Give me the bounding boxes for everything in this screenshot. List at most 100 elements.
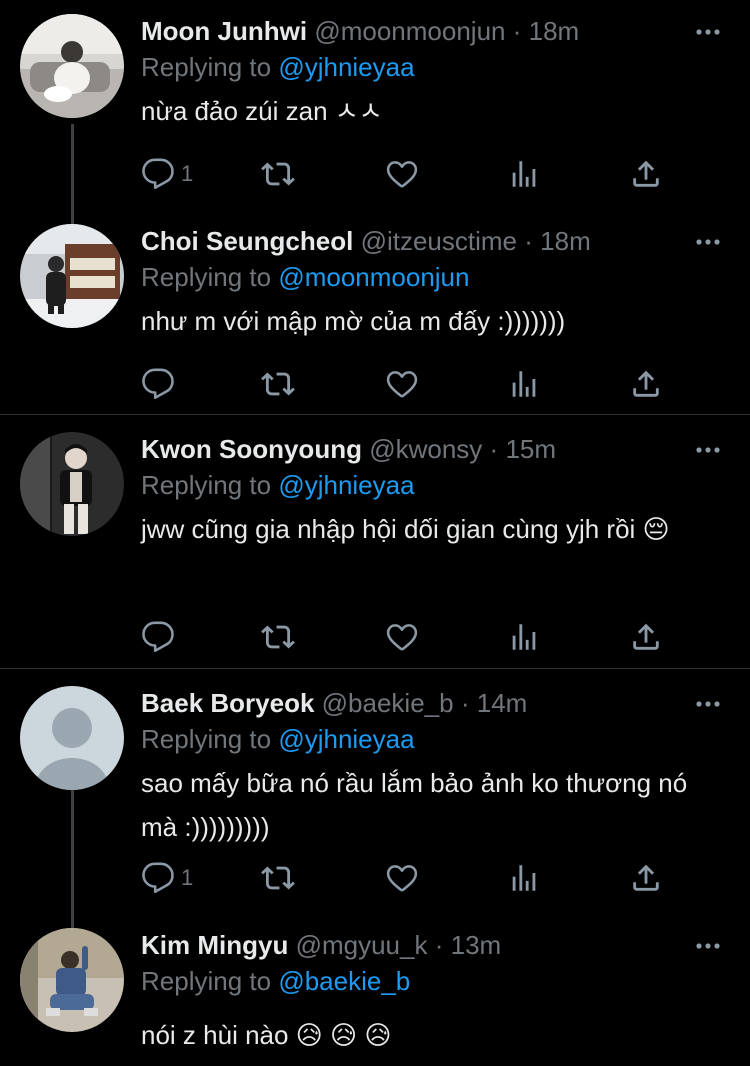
username[interactable]: @baekie_b: [322, 688, 454, 718]
username[interactable]: @kwonsy: [369, 434, 482, 464]
separator: ·: [512, 16, 522, 46]
like-button[interactable]: [385, 858, 419, 898]
username[interactable]: @moonmoonjun: [314, 16, 505, 46]
share-button[interactable]: [629, 617, 663, 657]
retweet-button[interactable]: [261, 364, 295, 404]
reply-button[interactable]: 1: [141, 154, 193, 194]
replying-to-handle[interactable]: @moonmoonjun: [278, 262, 469, 292]
more-options-icon[interactable]: [696, 699, 720, 709]
heart-icon: [385, 861, 419, 895]
tweet-header: Baek Boryeok @baekie_b · 14m: [141, 685, 730, 721]
tweet[interactable]: Baek Boryeok @baekie_b · 14m Replying to…: [0, 669, 750, 930]
tweet-text: nói z hùi nào 😥 😥 😥: [141, 1020, 392, 1050]
share-icon: [629, 367, 663, 401]
tweet-text: nừa đảo zúi zan ㅅㅅ: [141, 96, 383, 126]
bar-chart-icon: [507, 620, 541, 654]
timestamp[interactable]: 14m: [477, 688, 528, 718]
heart-icon: [385, 620, 419, 654]
more-options-icon[interactable]: [696, 445, 720, 455]
replying-to-handle[interactable]: @yjhnieyaa: [278, 52, 414, 82]
retweet-button[interactable]: [261, 154, 295, 194]
replying-to-handle[interactable]: @yjhnieyaa: [278, 470, 414, 500]
replying-to: Replying to @yjhnieyaa: [141, 467, 730, 503]
heart-icon: [385, 157, 419, 191]
tweet[interactable]: Moon Junhwi @moonmoonjun · 18m Replying …: [0, 0, 750, 224]
retweet-icon: [261, 157, 295, 191]
avatar[interactable]: [20, 432, 124, 536]
tweet-header: Moon Junhwi @moonmoonjun · 18m: [141, 13, 730, 49]
tweet-header: Kim Mingyu @mgyuu_k · 13m: [141, 927, 730, 963]
separator: ·: [434, 930, 444, 960]
timestamp[interactable]: 18m: [529, 16, 580, 46]
action-bar: 1: [141, 154, 701, 194]
username[interactable]: @itzeusctime: [361, 226, 517, 256]
separator: ·: [460, 688, 470, 718]
replying-to-prefix: Replying to: [141, 262, 272, 292]
separator: ·: [524, 226, 533, 256]
more-options-icon[interactable]: [696, 237, 720, 247]
display-name[interactable]: Baek Boryeok: [141, 688, 314, 718]
tweet[interactable]: Choi Seungcheol @itzeusctime · 18m Reply…: [0, 207, 750, 414]
like-button[interactable]: [385, 154, 419, 194]
more-options-icon[interactable]: [696, 941, 720, 951]
replying-to-handle[interactable]: @baekie_b: [278, 966, 410, 996]
retweet-button[interactable]: [261, 858, 295, 898]
avatar[interactable]: [20, 14, 124, 118]
share-icon: [629, 157, 663, 191]
views-button[interactable]: [507, 617, 541, 657]
reply-icon: [141, 367, 175, 401]
share-button[interactable]: [629, 858, 663, 898]
share-button[interactable]: [629, 364, 663, 404]
thread-line: [71, 790, 74, 930]
avatar[interactable]: [20, 686, 124, 790]
bar-chart-icon: [507, 861, 541, 895]
replying-to: Replying to @yjhnieyaa: [141, 721, 730, 757]
replying-to-prefix: Replying to: [141, 966, 272, 996]
bar-chart-icon: [507, 157, 541, 191]
like-button[interactable]: [385, 617, 419, 657]
replying-to-handle[interactable]: @yjhnieyaa: [278, 724, 414, 754]
tweet-text: như m với mập mờ của m đấy :))))))): [141, 306, 566, 336]
display-name[interactable]: Kwon Soonyoung: [141, 434, 362, 464]
action-bar: 1: [141, 858, 701, 898]
reply-count: 1: [181, 865, 194, 890]
reply-button[interactable]: 1: [141, 858, 193, 898]
reply-button[interactable]: [141, 617, 181, 657]
replying-to: Replying to @baekie_b: [141, 963, 730, 999]
tweet-text: jww cũng gia nhập hội dối gian cùng yjh …: [141, 514, 670, 544]
tweet[interactable]: Kim Mingyu @mgyuu_k · 13m Replying to @b…: [0, 914, 750, 1066]
username[interactable]: @mgyuu_k: [296, 930, 428, 960]
display-name[interactable]: Moon Junhwi: [141, 16, 307, 46]
reply-icon: [141, 620, 175, 654]
views-button[interactable]: [507, 154, 541, 194]
share-button[interactable]: [629, 154, 663, 194]
like-button[interactable]: [385, 364, 419, 404]
views-button[interactable]: [507, 858, 541, 898]
replying-to-prefix: Replying to: [141, 724, 272, 754]
timestamp[interactable]: 13m: [451, 930, 502, 960]
action-bar: [141, 364, 701, 404]
tweet-header: Choi Seungcheol @itzeusctime · 18m: [141, 223, 730, 259]
action-bar: [141, 617, 701, 657]
reply-count: 1: [181, 161, 194, 186]
views-button[interactable]: [507, 364, 541, 404]
share-icon: [629, 861, 663, 895]
retweet-button[interactable]: [261, 617, 295, 657]
bar-chart-icon: [507, 367, 541, 401]
reply-button[interactable]: [141, 364, 181, 404]
avatar[interactable]: [20, 224, 124, 328]
replying-to-prefix: Replying to: [141, 52, 272, 82]
share-icon: [629, 620, 663, 654]
display-name[interactable]: Choi Seungcheol: [141, 226, 353, 256]
avatar[interactable]: [20, 928, 124, 1032]
more-options-icon[interactable]: [696, 27, 720, 37]
reply-icon: [141, 157, 175, 191]
tweet[interactable]: Kwon Soonyoung @kwonsy · 15m Replying to…: [0, 415, 750, 668]
retweet-icon: [261, 367, 295, 401]
tweet-header: Kwon Soonyoung @kwonsy · 15m: [141, 431, 730, 467]
timestamp[interactable]: 18m: [540, 226, 591, 256]
tweet-text: sao mấy bữa nó rầu lắm bảo ảnh ko thương…: [141, 768, 688, 842]
timestamp[interactable]: 15m: [505, 434, 556, 464]
replying-to: Replying to @moonmoonjun: [141, 259, 730, 295]
display-name[interactable]: Kim Mingyu: [141, 930, 288, 960]
